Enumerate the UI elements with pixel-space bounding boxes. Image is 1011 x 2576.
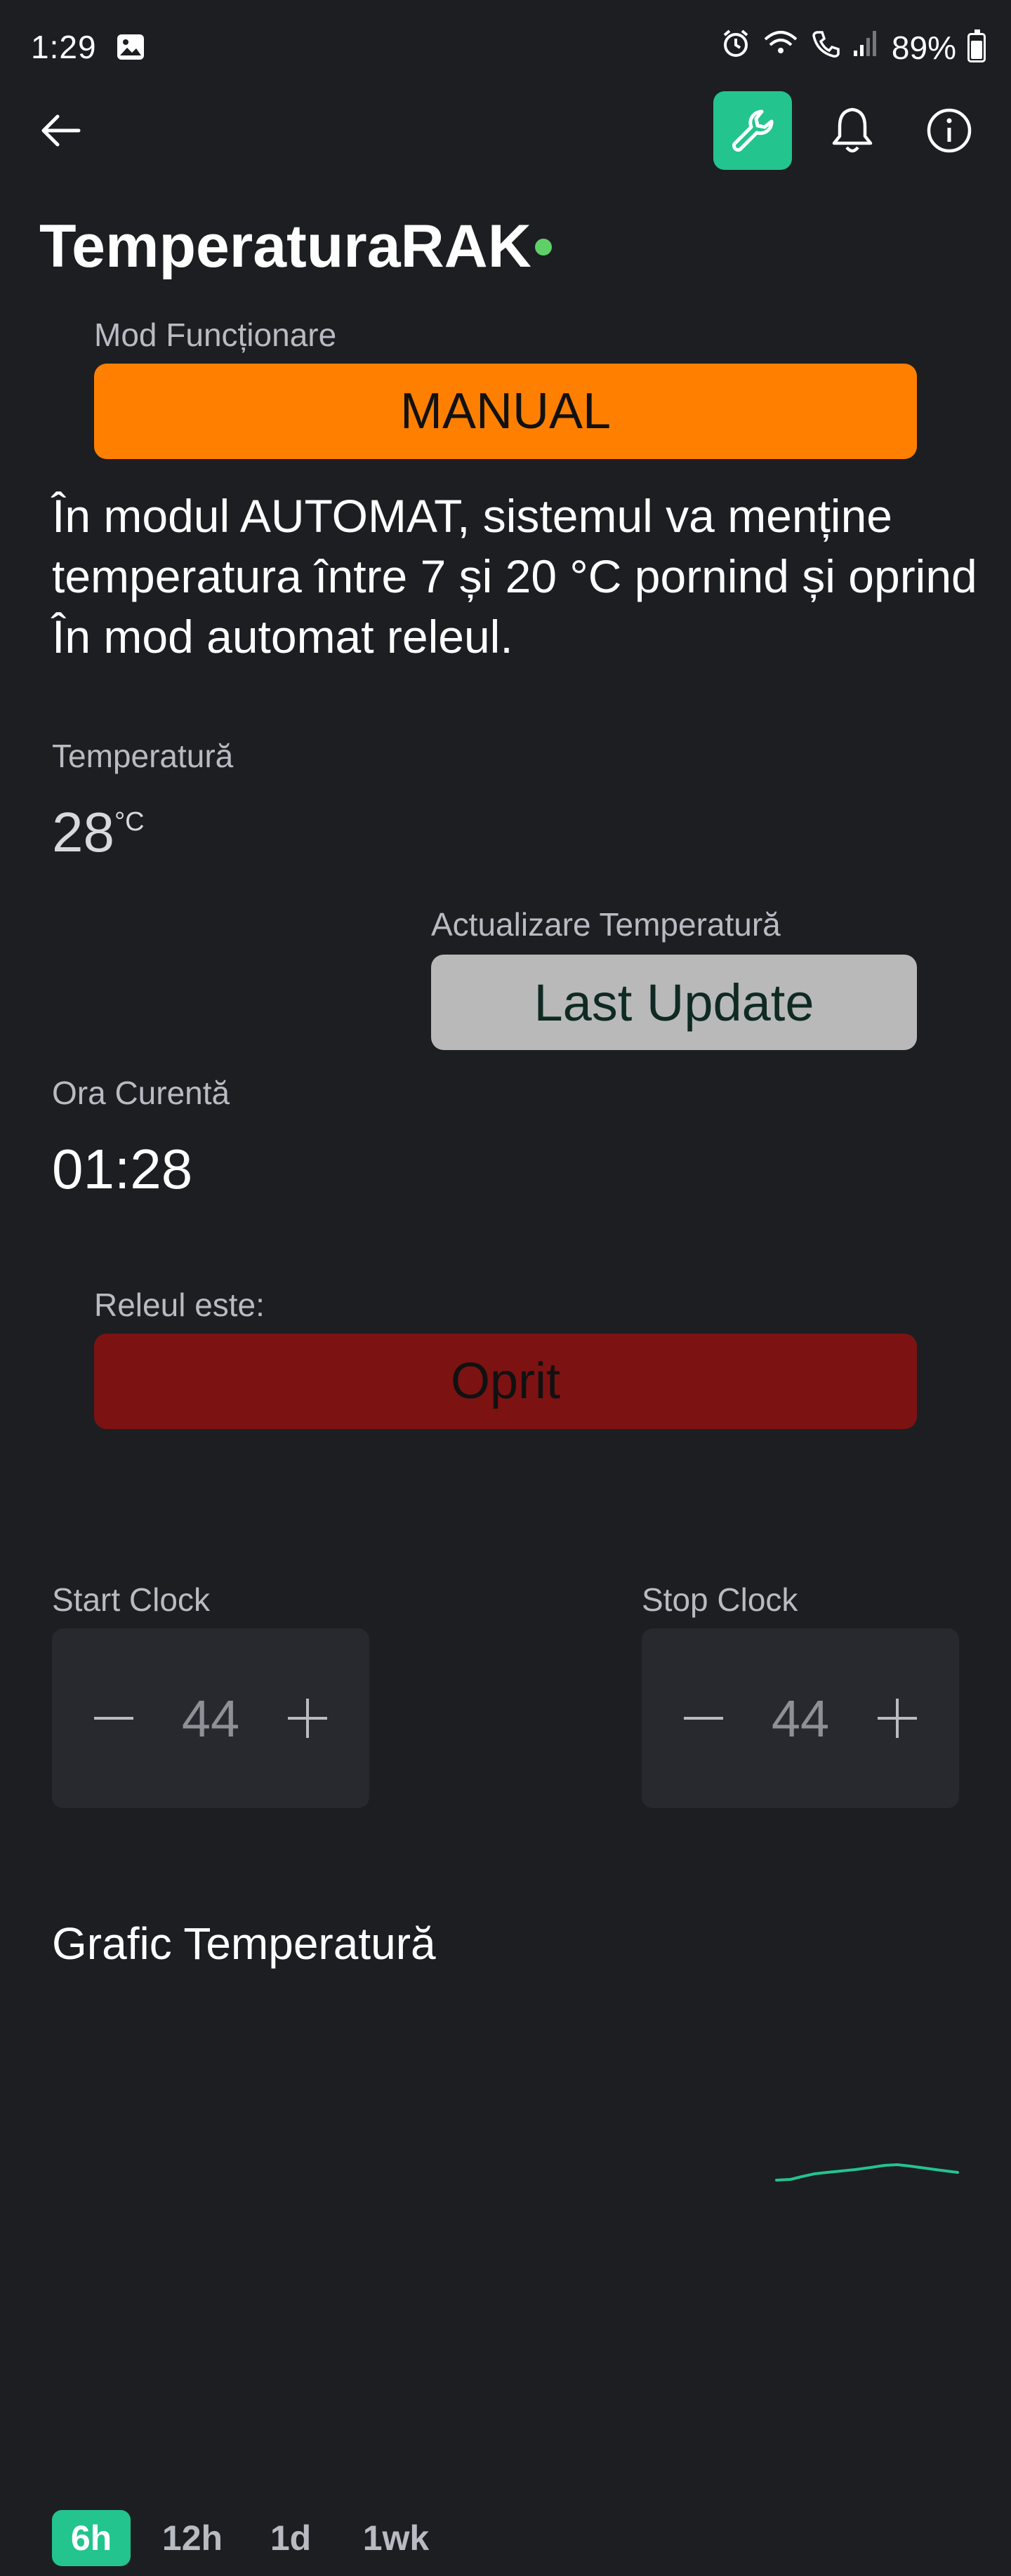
info-icon: [927, 108, 972, 153]
alarm-icon: [720, 28, 751, 67]
chart-title: Grafic Temperatură: [52, 1918, 436, 1969]
battery-icon: [967, 29, 986, 62]
info-button[interactable]: [924, 105, 974, 156]
stop-clock-value: 44: [771, 1689, 830, 1748]
call-icon: [810, 28, 841, 67]
temperature-number: 28: [52, 801, 114, 863]
mode-button[interactable]: MANUAL: [94, 364, 917, 459]
range-tab-6h[interactable]: 6h: [52, 2510, 131, 2566]
notifications-button[interactable]: [827, 104, 878, 157]
start-clock-label: Start Clock: [52, 1581, 210, 1618]
clock-value: 01:28: [52, 1138, 193, 1200]
plus-icon: [878, 1699, 917, 1738]
temperature-chart: [52, 2007, 959, 2471]
temperature-unit: °C: [114, 807, 145, 837]
online-status-dot: [535, 239, 552, 255]
device-title: TemperaturaRAK: [39, 213, 531, 280]
temperature-value: 28°C: [52, 800, 145, 865]
start-clock-increment-button[interactable]: [285, 1696, 330, 1741]
start-clock-decrement-button[interactable]: [91, 1696, 136, 1741]
minus-icon: [94, 1717, 133, 1720]
status-icons: 89%: [720, 28, 986, 67]
update-label: Actualizare Temperatură: [431, 906, 781, 943]
wifi-icon: [762, 28, 799, 67]
start-clock-value: 44: [181, 1689, 240, 1748]
range-tab-1wk[interactable]: 1wk: [348, 2510, 444, 2566]
stop-clock-decrement-button[interactable]: [681, 1696, 726, 1741]
stop-clock-stepper[interactable]: 44: [642, 1628, 959, 1808]
range-tab-12h[interactable]: 12h: [149, 2510, 236, 2566]
mode-label: Mod Funcționare: [94, 317, 337, 353]
device-settings-button[interactable]: [713, 91, 792, 170]
temperature-label: Temperatură: [52, 738, 234, 774]
start-clock-stepper[interactable]: 44: [52, 1628, 369, 1808]
clock-label: Ora Curentă: [52, 1075, 230, 1111]
signal-icon: [852, 28, 880, 67]
mode-description: În modul AUTOMAT, sistemul va menține te…: [52, 490, 977, 663]
range-tab-1d[interactable]: 1d: [257, 2510, 324, 2566]
last-update-button[interactable]: Last Update: [431, 955, 917, 1050]
stop-clock-label: Stop Clock: [642, 1581, 798, 1618]
battery-percent: 89%: [891, 29, 956, 66]
back-button[interactable]: [35, 105, 86, 156]
arrow-left-icon: [41, 114, 81, 147]
minus-icon: [684, 1717, 723, 1720]
gallery-icon: [117, 34, 145, 60]
temperature-series-line: [775, 2163, 959, 2182]
chart-svg: [775, 2163, 959, 2182]
status-time: 1:29: [31, 29, 97, 65]
bell-icon: [832, 107, 873, 153]
relay-button[interactable]: Oprit: [94, 1334, 917, 1429]
relay-label: Releul este:: [94, 1287, 265, 1323]
plus-icon: [288, 1699, 327, 1738]
stop-clock-increment-button[interactable]: [875, 1696, 920, 1741]
wrench-icon: [732, 109, 774, 152]
